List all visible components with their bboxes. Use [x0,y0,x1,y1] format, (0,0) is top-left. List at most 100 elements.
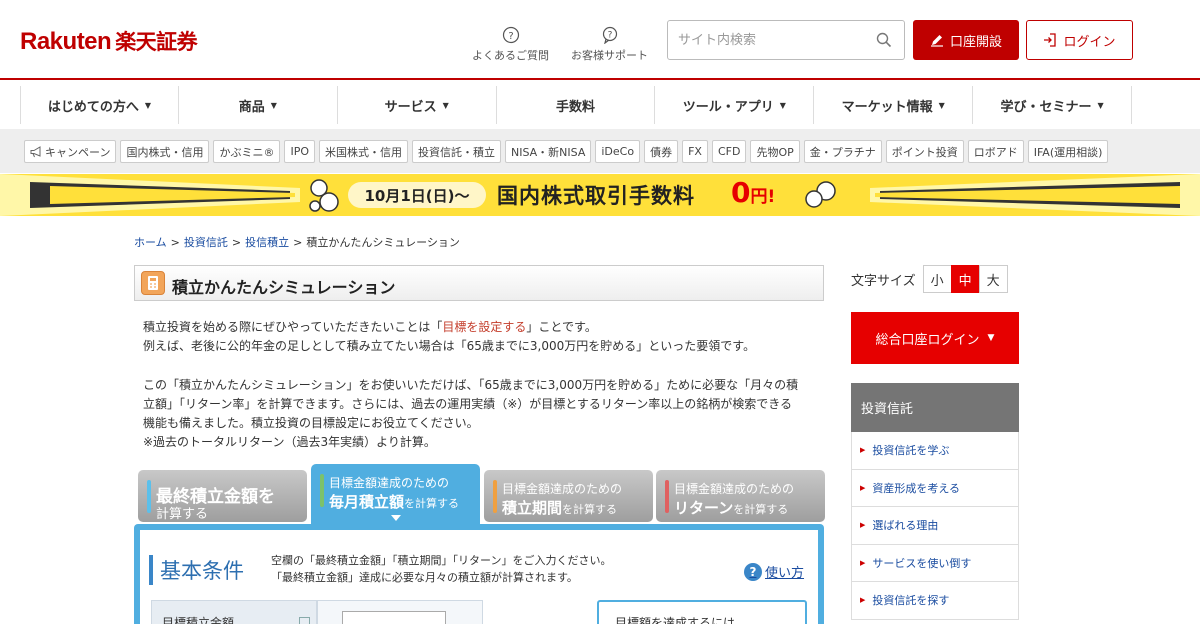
rakuten-logo[interactable]: Rakuten 楽天証券 [20,26,198,56]
nav-label: ツール・アプリ [682,99,774,115]
chip-ideco[interactable]: iDeCo [595,140,641,163]
arrow-right-icon: ▶ [860,558,866,567]
svg-text:?: ? [508,31,513,42]
search-icon[interactable] [876,32,892,48]
account-login-label: 総合口座ログイン [875,332,980,348]
breadcrumb-home[interactable]: ホーム [134,236,167,249]
tab-title: 目標金額達成のための [502,482,623,496]
target-amount-value-cell [317,600,483,624]
tab-color-bar [665,480,669,513]
open-account-button[interactable]: 口座開設 [913,20,1019,60]
font-size-label: 文字サイズ [851,273,916,289]
active-tab-arrow-icon [391,515,401,521]
sidebar-header: 投資信託 [851,383,1019,432]
search-input[interactable] [668,21,868,59]
font-size-selector: 文字サイズ 小 中 大 [851,265,1008,293]
nav-services[interactable]: サービス ▼ [338,86,497,124]
banner-zero: 0円! [731,176,775,209]
chip-campaign[interactable]: キャンペーン [24,140,117,163]
chip-bonds[interactable]: 債券 [644,140,679,163]
chat-bubble-icon: ? [602,26,617,44]
nav-products[interactable]: 商品 ▼ [179,86,338,124]
pencil-icon [930,35,943,47]
chip-label: 国内株式・信用 [126,145,204,159]
intro-segment: 積立投資を始める際にぜひやっていただきたいことは「 [143,320,443,334]
breadcrumb-mutual-funds[interactable]: 投資信託 [184,236,228,249]
chip-mutual-funds[interactable]: 投資信託・積立 [412,140,501,163]
support-label: お客様サポート [571,49,648,62]
chip-ifa[interactable]: IFA(運用相談) [1027,140,1109,163]
how-to-use-label: 使い方 [765,566,805,581]
chip-nisa[interactable]: NISA・新NISA [505,140,592,163]
tab-subtitle: リターンを計算する [674,497,788,518]
sidebar-item-learn[interactable]: ▶ 投資信託を学ぶ [851,432,1019,470]
chip-label: FX [688,145,702,158]
chip-label: キャンペーン [45,145,111,159]
tab-suffix: を計算する [404,497,460,510]
breadcrumb-separator: > [293,236,303,249]
category-subnav: キャンペーン 国内株式・信用 かぶミニ® IPO 米国株式・信用 投資信託・積立… [0,129,1200,173]
login-label: ログイン [1063,34,1116,50]
arrow-right-icon: ▶ [860,446,866,455]
chip-roboadvisor[interactable]: ロボアド [967,140,1024,163]
sidebar-item-reasons[interactable]: ▶ 選ばれる理由 [851,507,1019,545]
target-amount-label-cell: 目標積立金額 [151,600,317,624]
how-to-use-link[interactable]: ? 使い方 [744,562,804,581]
chip-label: iDeCo [601,145,635,158]
nav-tools-apps[interactable]: ツール・アプリ ▼ [655,86,815,124]
tab-subtitle: 毎月積立額を計算する [329,491,459,512]
panel-body: 基本条件 空欄の「最終積立金額」「積立期間」「リターン」をご入力ください。 「最… [140,530,818,624]
global-nav: はじめての方へ ▼ 商品 ▼ サービス ▼ 手数料 ツール・アプリ ▼ マーケット情報 ▼… [20,86,1133,124]
sidebar-item-services[interactable]: ▶ サービスを使い倒す [851,544,1019,582]
login-icon [1044,33,1057,47]
chip-us-stocks[interactable]: 米国株式・信用 [319,140,408,163]
tab-monthly-amount[interactable]: 目標金額達成のための 毎月積立額を計算する [311,464,480,524]
nav-fees[interactable]: 手数料 [497,86,656,124]
description-line: 空欄の「最終積立金額」「積立期間」「リターン」をご入力ください。 [271,554,612,567]
chip-futures-options[interactable]: 先物OP [750,140,800,163]
font-size-large[interactable]: 大 [978,265,1008,293]
font-size-medium[interactable]: 中 [950,265,980,293]
description-line: 「最終積立金額」達成に必要な月々の積立額が計算されます。 [271,571,578,584]
tab-final-amount[interactable]: 最終積立金額を 計算する [138,470,307,522]
tab-return[interactable]: 目標金額達成のための リターンを計算する [656,470,825,522]
faq-link[interactable]: ? よくあるご質問 [472,26,549,63]
account-login-button[interactable]: 総合口座ログイン ▼ [851,312,1019,364]
chip-label: ロボアド [973,145,1018,159]
tab-color-bar [147,480,151,513]
caret-down-icon: ▼ [270,100,277,110]
caret-down-icon: ▼ [442,100,449,110]
panel-description: 空欄の「最終積立金額」「積立期間」「リターン」をご入力ください。 「最終積立金額… [271,552,611,586]
support-link[interactable]: ? お客様サポート [571,26,648,63]
chip-label: かぶミニ® [219,145,275,159]
chip-fx[interactable]: FX [682,140,708,163]
login-button[interactable]: ログイン [1026,20,1133,60]
page-title: 積立かんたんシミュレーション [172,278,396,297]
caret-down-icon: ▼ [987,333,995,343]
campaign-banner[interactable]: 10月1日(日)〜 国内株式取引手数料 0円! [0,174,1200,216]
chip-ipo[interactable]: IPO [284,140,315,163]
chip-gold-platinum[interactable]: 金・プラチナ [803,140,882,163]
result-label: 目標額を達成するには [615,616,736,624]
sidebar-item-asset-building[interactable]: ▶ 資産形成を考える [851,469,1019,507]
open-account-label: 口座開設 [949,34,1002,50]
chip-point-investment[interactable]: ポイント投資 [885,140,964,163]
tab-keyword: 積立期間 [502,499,563,517]
intro-segment: 」ことです。 [526,320,597,334]
megaphone-icon [30,145,41,157]
nav-market-info[interactable]: マーケット情報 ▼ [814,86,974,124]
site-search [667,20,905,60]
target-amount-input[interactable] [342,611,446,624]
sidebar-item-search-funds[interactable]: ▶ 投資信託を探す [851,582,1019,620]
chip-cfd[interactable]: CFD [711,140,747,163]
chip-kabumini[interactable]: かぶミニ® [213,140,281,163]
nav-learning-seminars[interactable]: 学び・セミナー ▼ [973,86,1133,124]
breadcrumb-funds-accumulation[interactable]: 投信積立 [245,236,289,249]
chip-domestic-stocks[interactable]: 国内株式・信用 [120,140,210,163]
breadcrumb: ホーム > 投資信託 > 投信積立 > 積立かんたんシミュレーション [134,234,460,250]
banner-zero-number: 0 [731,176,751,209]
tab-period[interactable]: 目標金額達成のための 積立期間を計算する [484,470,653,522]
info-icon[interactable] [299,617,310,624]
nav-beginners[interactable]: はじめての方へ ▼ [20,86,179,124]
font-size-small[interactable]: 小 [922,265,952,293]
